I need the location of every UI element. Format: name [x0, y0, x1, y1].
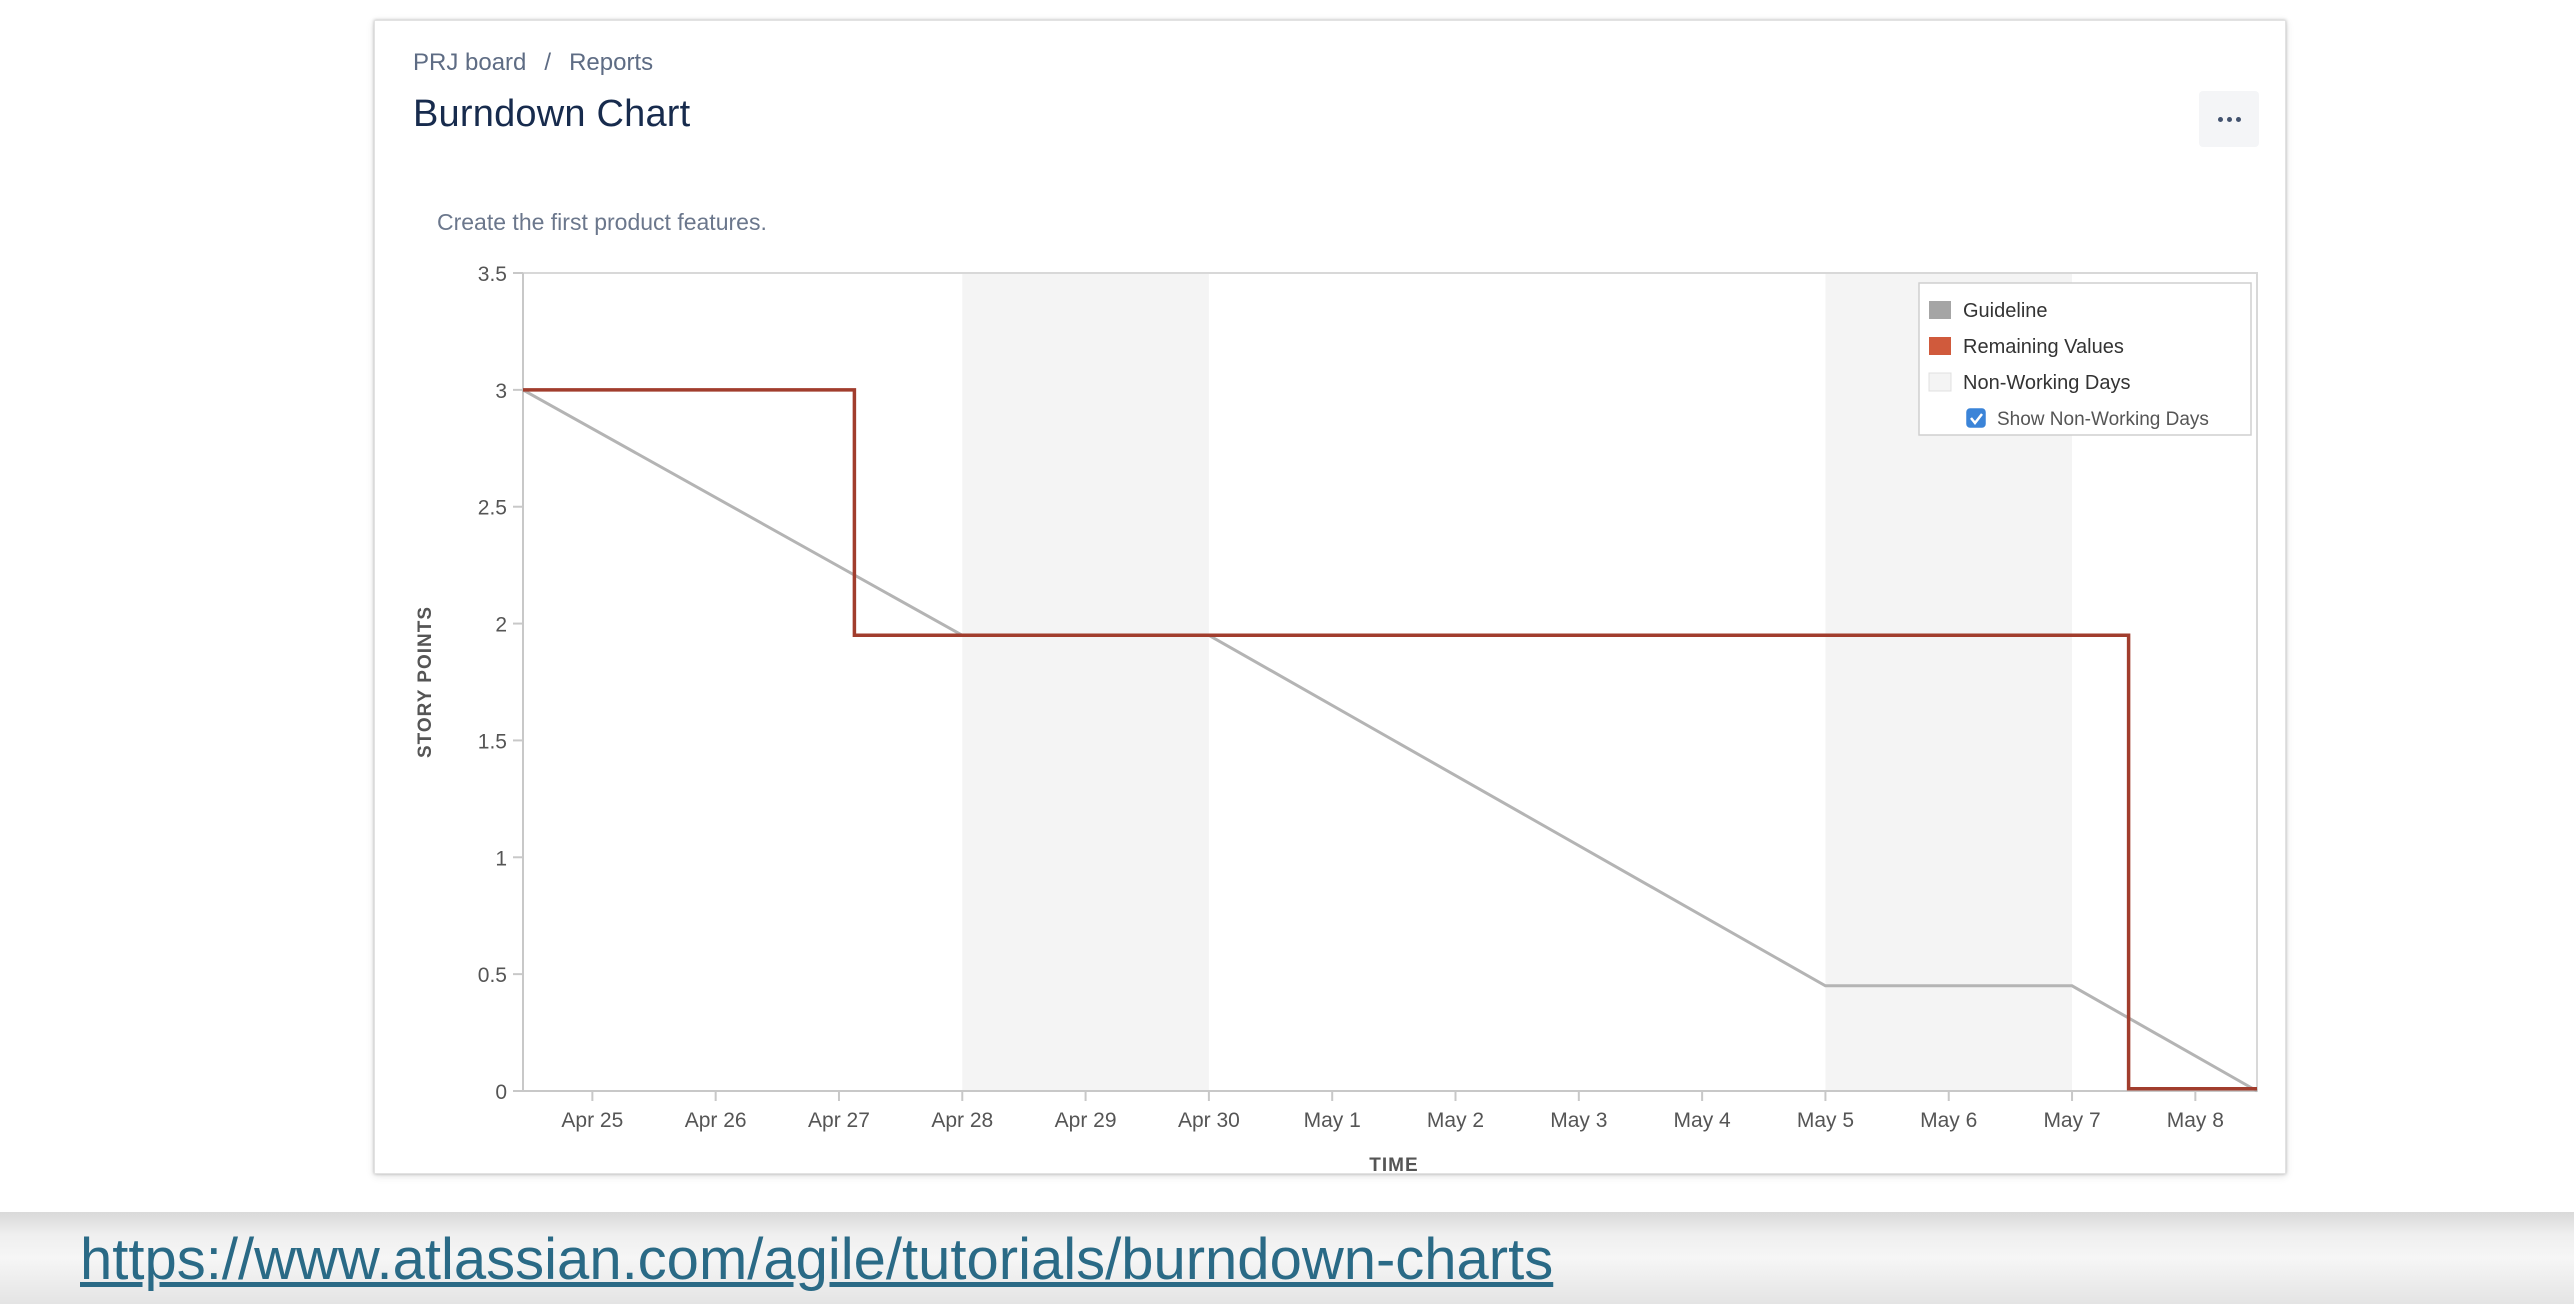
y-tick-label: 2.5 [478, 497, 507, 520]
x-tick-label: May 1 [1304, 1109, 1361, 1132]
legend-non-working-swatch [1928, 372, 1952, 392]
x-tick-label: May 5 [1797, 1109, 1854, 1132]
y-tick-label: 0 [495, 1081, 507, 1104]
x-tick-label: Apr 26 [685, 1109, 747, 1132]
x-tick-label: Apr 27 [808, 1109, 870, 1132]
x-tick-label: Apr 30 [1178, 1109, 1240, 1132]
legend-entry-label: Guideline [1963, 300, 2048, 322]
legend-remaining-swatch [1929, 337, 1951, 355]
y-tick-label: 1 [495, 847, 507, 870]
tutorial-link[interactable]: https://www.atlassian.com/agile/tutorial… [80, 1226, 1553, 1293]
y-tick-label: 2 [495, 614, 507, 637]
burndown-chart: 0 0.5 1 1.5 2 2.5 3 3.5 Apr 25 Apr 26 Apr 27 Apr 28… [415, 263, 2258, 1173]
y-axis-title: STORY POINTS [415, 606, 436, 758]
x-tick-label: May 4 [1674, 1109, 1732, 1132]
legend-checkbox-label: Show Non-Working Days [1997, 409, 2209, 430]
y-tick-label: 3 [495, 380, 507, 403]
report-card: PRJ board / Reports Burndown Chart Creat… [374, 20, 2286, 1174]
y-tick-label: 1.5 [478, 730, 507, 753]
x-tick-label: May 8 [2167, 1109, 2224, 1132]
x-tick-label: May 2 [1427, 1109, 1484, 1132]
legend-entry-label: Non-Working Days [1963, 372, 2130, 394]
y-tick-label: 0.5 [478, 964, 507, 987]
x-tick-label: Apr 29 [1055, 1109, 1117, 1132]
x-tick-label: May 6 [1920, 1109, 1977, 1132]
legend-guideline-swatch [1929, 301, 1951, 319]
show-non-working-days-checkbox[interactable] [1966, 408, 1986, 428]
x-axis-title: TIME [1369, 1155, 1418, 1173]
x-tick-label: Apr 28 [931, 1109, 993, 1132]
y-tick-label: 3.5 [478, 263, 507, 286]
x-tick-label: May 7 [2043, 1109, 2100, 1132]
x-tick-label: Apr 25 [561, 1109, 623, 1132]
non-working-days-band-1 [962, 273, 1209, 1091]
footer-bar: https://www.atlassian.com/agile/tutorial… [0, 1212, 2574, 1304]
x-tick-label: May 3 [1550, 1109, 1607, 1132]
legend-entry-label: Remaining Values [1963, 336, 2124, 358]
